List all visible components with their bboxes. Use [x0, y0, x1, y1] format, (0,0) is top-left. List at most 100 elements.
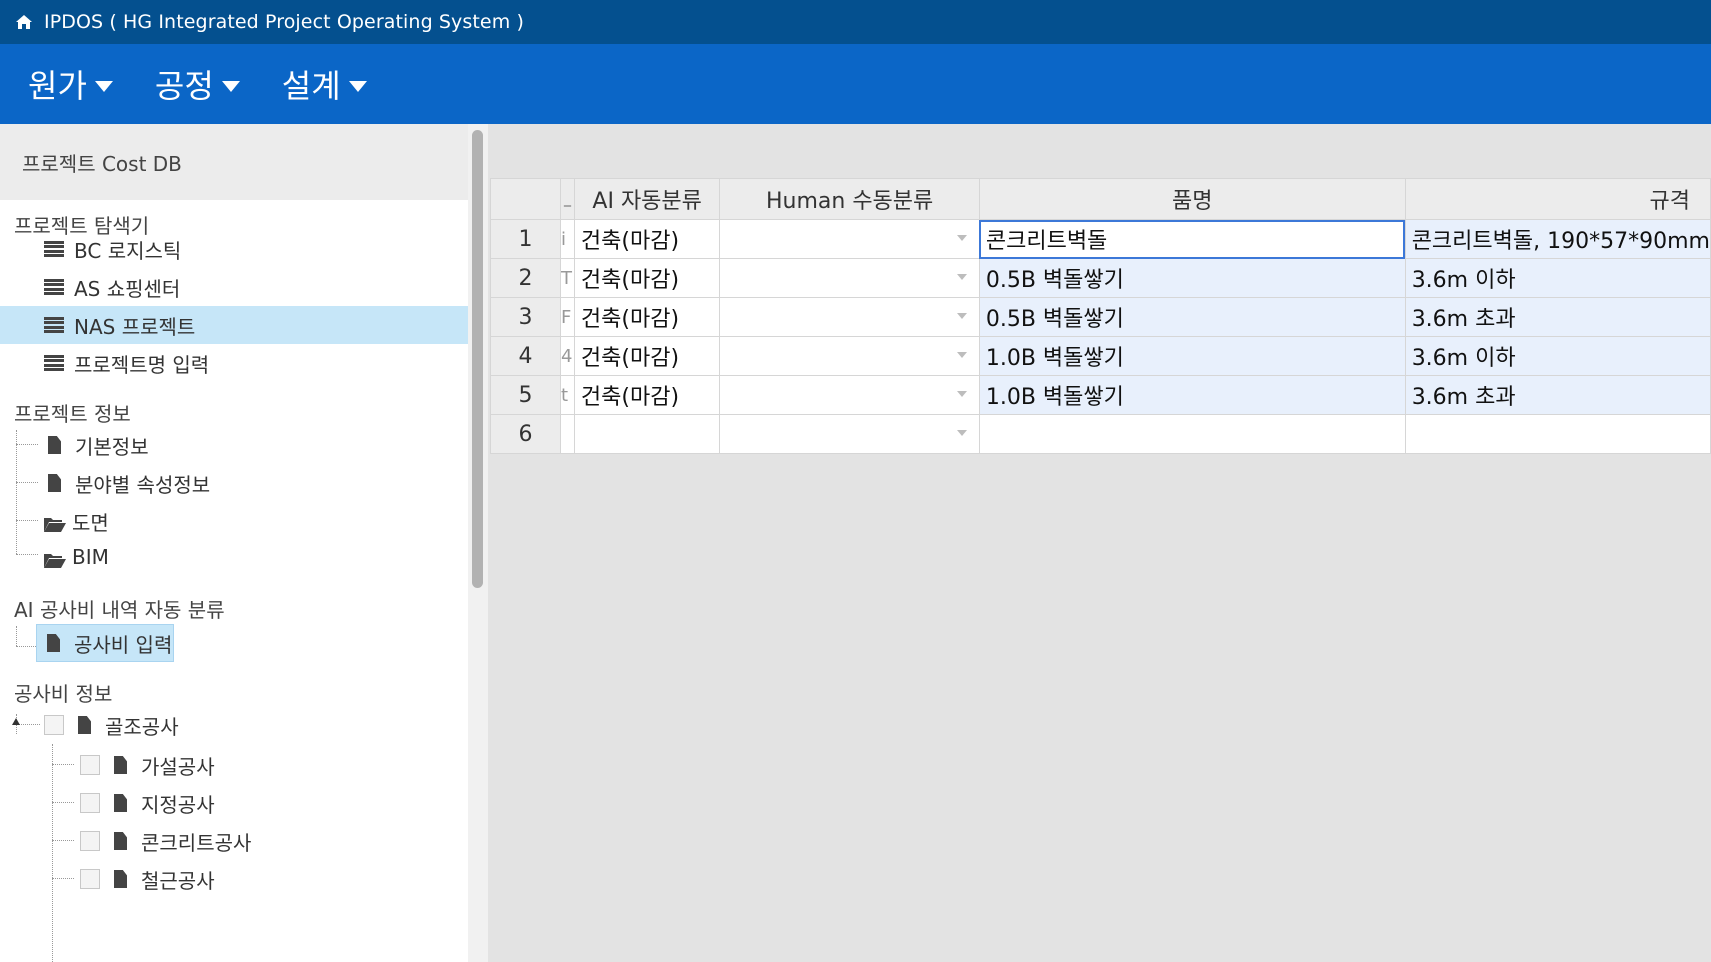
list-icon [44, 241, 64, 257]
ai-category-cell[interactable]: 건축(마감) [573, 375, 721, 415]
human-category-dropdown[interactable] [719, 414, 980, 454]
item-name-cell[interactable]: 0.5B 벽돌쌓기 [978, 258, 1406, 298]
cost-item-label: 지정공사 [141, 792, 215, 817]
row-number[interactable]: 2 [489, 258, 562, 298]
hidden-cell[interactable]: F [560, 297, 575, 337]
ai-item-cost-input[interactable]: 공사비 입력 [36, 624, 174, 662]
info-item-label: 기본정보 [75, 434, 149, 459]
explorer-item-as[interactable]: AS 쇼핑센터 [44, 268, 180, 306]
spec-cell[interactable]: 3.6m 초과 [1404, 297, 1711, 337]
dropdown-arrow-icon[interactable] [956, 313, 967, 319]
row-number[interactable]: 3 [489, 297, 562, 337]
checkbox[interactable] [80, 831, 100, 851]
checkbox[interactable] [80, 869, 100, 889]
ai-category-cell[interactable]: 건축(마감) [573, 336, 721, 376]
tree-line [16, 482, 38, 483]
spec-cell[interactable] [1404, 414, 1711, 454]
explorer-item-label: NAS 프로젝트 [74, 314, 196, 339]
section-ai-title: AI 공사비 내역 자동 분류 [14, 598, 225, 622]
folder-open-icon [44, 549, 66, 568]
checkbox[interactable] [80, 793, 100, 813]
checkbox[interactable] [44, 715, 64, 735]
ai-category-cell[interactable]: 건축(마감) [573, 258, 721, 298]
ai-category-cell[interactable]: 건축(마감) [573, 297, 721, 337]
document-icon [114, 832, 127, 850]
document-icon [78, 716, 91, 734]
hidden-cell[interactable]: 4 [560, 336, 575, 376]
spec-cell[interactable]: 3.6m 초과 [1404, 375, 1711, 415]
cost-item-root[interactable]: 골조공사 [44, 706, 179, 744]
grid-header-name[interactable]: 품명 [978, 178, 1406, 220]
info-item-drawings[interactable]: 도면 [44, 502, 109, 540]
info-item-basic[interactable]: 기본정보 [48, 426, 149, 464]
hidden-cell[interactable]: i [560, 219, 575, 259]
ai-category-cell[interactable]: 건축(마감) [573, 219, 721, 259]
item-name-cell[interactable] [978, 414, 1406, 454]
human-category-dropdown[interactable] [719, 258, 980, 298]
info-item-label: BIM [72, 545, 109, 569]
tree-line [52, 840, 74, 841]
table-row: 6 [489, 414, 1711, 454]
dropdown-arrow-icon[interactable] [956, 235, 967, 241]
menu-cost[interactable]: 원가 [28, 61, 113, 107]
dropdown-arrow-icon[interactable] [956, 430, 967, 436]
info-item-label: 도면 [72, 510, 109, 535]
grid-header-spec[interactable]: 규격 [1404, 178, 1711, 220]
collapse-triangle-icon[interactable] [12, 718, 20, 725]
tree-line [16, 626, 17, 646]
explorer-item-new[interactable]: 프로젝트명 입력 [44, 344, 209, 382]
menu-design[interactable]: 설계 [282, 61, 367, 107]
row-number[interactable]: 5 [489, 375, 562, 415]
grid-header-ai[interactable]: AI 자동분류 [573, 178, 721, 220]
table-row: 3 F 건축(마감) 0.5B 벽돌쌓기 3.6m 초과 [489, 297, 1711, 337]
item-name-cell[interactable]: 1.0B 벽돌쌓기 [978, 375, 1406, 415]
item-name-cell[interactable]: 1.0B 벽돌쌓기 [978, 336, 1406, 376]
ai-category-cell[interactable] [573, 414, 721, 454]
grid-header-hidden[interactable]: _ [560, 178, 575, 220]
sidebar: 프로젝트 Cost DB 프로젝트 탐색기 BC 로지스틱 AS 쇼핑센터 NA… [0, 124, 468, 962]
tree-line [16, 646, 36, 647]
dropdown-arrow-icon[interactable] [956, 352, 967, 358]
hidden-cell[interactable] [560, 414, 575, 454]
human-category-dropdown[interactable] [719, 336, 980, 376]
explorer-item-bc[interactable]: BC 로지스틱 [44, 230, 181, 268]
spec-cell[interactable]: 3.6m 이하 [1404, 258, 1711, 298]
row-number[interactable]: 1 [489, 219, 562, 259]
tree-line [52, 802, 74, 803]
info-item-bim[interactable]: BIM [44, 538, 109, 576]
human-category-dropdown[interactable] [719, 375, 980, 415]
spec-cell[interactable]: 콘크리트벽돌, 190*57*90mm [1404, 219, 1711, 259]
cost-item-rebar[interactable]: 철근공사 [80, 860, 215, 898]
tree-line [16, 444, 38, 445]
human-category-dropdown[interactable] [719, 219, 980, 259]
dropdown-arrow-icon[interactable] [956, 274, 967, 280]
cost-item-foundation[interactable]: 지정공사 [80, 784, 215, 822]
tree-line [52, 764, 74, 765]
checkbox[interactable] [80, 755, 100, 775]
folder-open-icon [44, 513, 66, 532]
cost-item-concrete[interactable]: 콘크리트공사 [80, 822, 251, 860]
item-name-cell[interactable]: 0.5B 벽돌쌓기 [978, 297, 1406, 337]
tree-line [16, 430, 17, 554]
chevron-down-icon [348, 80, 367, 92]
chevron-down-icon [94, 80, 113, 92]
item-name-cell[interactable]: 콘크리트벽돌 [978, 219, 1406, 259]
row-number[interactable]: 6 [489, 414, 562, 454]
spec-cell[interactable]: 3.6m 이하 [1404, 336, 1711, 376]
explorer-item-nas[interactable]: NAS 프로젝트 [0, 306, 468, 344]
info-item-attributes[interactable]: 분야별 속성정보 [48, 464, 210, 502]
sidebar-scrollbar-thumb[interactable] [472, 130, 483, 588]
human-category-dropdown[interactable] [719, 297, 980, 337]
menu-schedule[interactable]: 공정 [155, 61, 240, 107]
hidden-cell[interactable]: T [560, 258, 575, 298]
tree-line [52, 878, 74, 879]
grid-header-human[interactable]: Human 수동분류 [719, 178, 980, 220]
dropdown-arrow-icon[interactable] [956, 391, 967, 397]
row-number[interactable]: 4 [489, 336, 562, 376]
home-icon[interactable] [14, 12, 34, 32]
list-icon [44, 279, 64, 295]
table-row: 2 T 건축(마감) 0.5B 벽돌쌓기 3.6m 이하 [489, 258, 1711, 298]
hidden-cell[interactable]: t [560, 375, 575, 415]
cost-item-temporary[interactable]: 가설공사 [80, 746, 215, 784]
tree-line [16, 520, 38, 521]
